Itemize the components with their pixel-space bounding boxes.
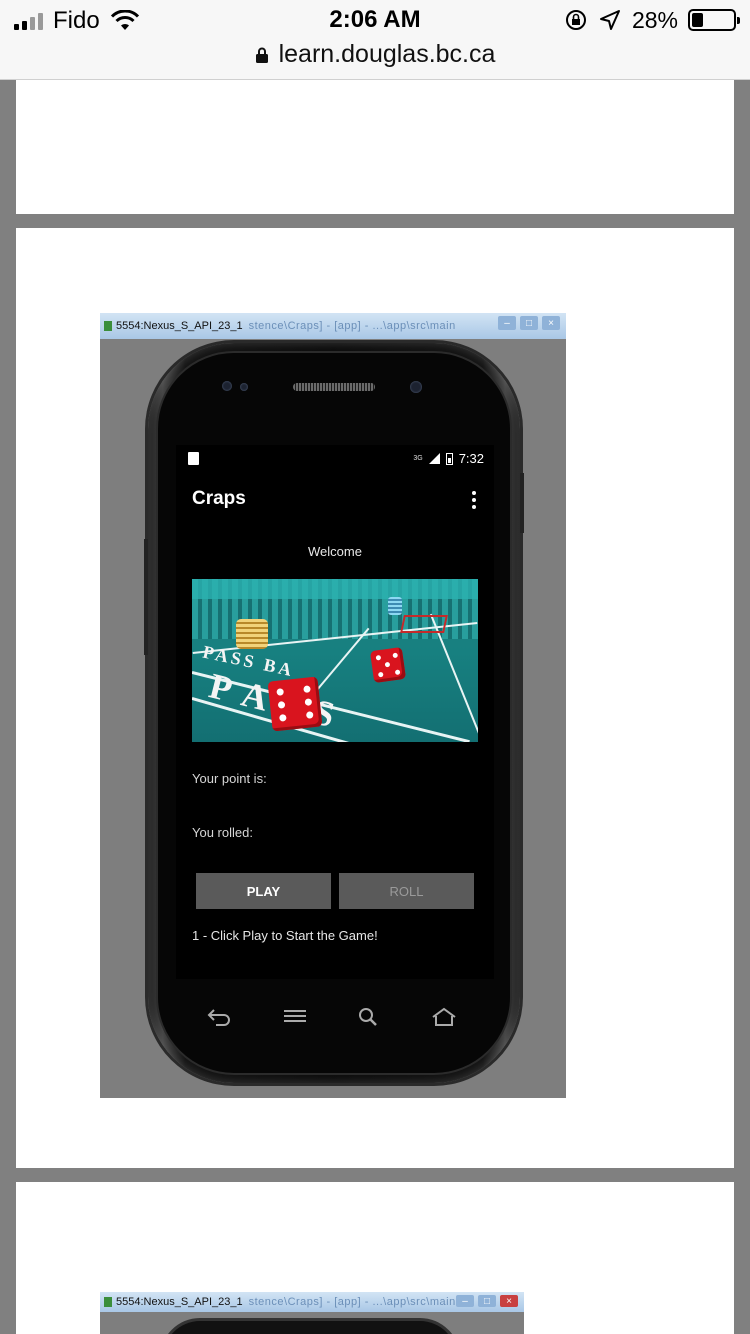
- android-battery-icon: [445, 452, 453, 465]
- play-button[interactable]: PLAY: [196, 873, 331, 909]
- emulator-title-obscured: stence\Craps] - [app] - ...\app\src\main: [248, 1296, 456, 1308]
- maximize-icon: □: [478, 1295, 496, 1307]
- sd-card-icon: [188, 452, 199, 465]
- instruction-text: 1 - Click Play to Start the Game!: [192, 928, 378, 943]
- status-right: 28%: [564, 6, 740, 34]
- android-time: 7:32: [458, 451, 484, 466]
- emulator-title: 5554:Nexus_S_API_23_1: [116, 320, 243, 332]
- emulator-screenshot-2: 5554:Nexus_S_API_23_1 stence\Craps] - [a…: [100, 1292, 524, 1334]
- content-card-top: [16, 80, 734, 214]
- minimize-icon: –: [456, 1295, 474, 1307]
- die-icon: [267, 676, 323, 732]
- content-card-bottom: 5554:Nexus_S_API_23_1 stence\Craps] - [a…: [16, 1182, 734, 1334]
- rolled-label: You rolled:: [192, 825, 253, 840]
- sensor-icon: [240, 383, 248, 391]
- power-button: [520, 473, 524, 533]
- close-icon: ×: [542, 316, 560, 330]
- emulator-title: 5554:Nexus_S_API_23_1: [116, 1296, 243, 1308]
- table-marker: [400, 615, 448, 633]
- window-controls: – □ ×: [456, 1295, 518, 1307]
- search-key-icon[interactable]: [356, 1007, 382, 1027]
- home-key-icon[interactable]: [430, 1007, 458, 1027]
- back-key-icon[interactable]: [206, 1007, 232, 1027]
- network-type: 3G: [413, 455, 423, 462]
- app-title: Craps: [192, 488, 246, 509]
- point-label: Your point is:: [192, 771, 267, 786]
- sensor-icon: [222, 381, 232, 391]
- craps-table-image: PASS BA PASS: [192, 579, 478, 742]
- android-status-right: 3G 7:32: [413, 451, 484, 466]
- emulator-app-icon: [104, 321, 112, 331]
- table-wall: [192, 579, 478, 599]
- ios-status-bar: Fido 2:06 AM 28% learn.douglas.bc.ca: [0, 0, 750, 80]
- overflow-menu-icon[interactable]: [472, 491, 476, 509]
- emulator-title-bar: 5554:Nexus_S_API_23_1 stence\Craps] - [a…: [100, 1292, 524, 1312]
- lock-icon: [255, 47, 268, 63]
- minimize-icon: –: [498, 316, 516, 330]
- chip-stack: [388, 597, 402, 615]
- rotation-lock-icon: [565, 10, 586, 30]
- emulator-app-icon: [104, 1297, 112, 1307]
- menu-key-icon[interactable]: [282, 1007, 308, 1027]
- signal-icon: [428, 453, 440, 464]
- emulator-screenshot: 5554:Nexus_S_API_23_1 stence\Craps] - [a…: [100, 313, 566, 1098]
- android-nav-keys: [176, 1003, 494, 1033]
- front-camera-icon: [410, 381, 422, 393]
- die-icon: [369, 646, 407, 684]
- roll-button[interactable]: ROLL: [339, 873, 474, 909]
- emulator-title-bar: 5554:Nexus_S_API_23_1 stence\Craps] - [a…: [100, 313, 566, 339]
- location-arrow-icon: [599, 10, 620, 30]
- phone-frame: 3G 7:32 Craps Welcome PASS BA Your point…: [144, 343, 524, 1083]
- speaker-grille: [293, 383, 375, 391]
- content-card-emulator: 5554:Nexus_S_API_23_1 stence\Craps] - [a…: [16, 228, 734, 1168]
- close-icon: ×: [500, 1295, 518, 1307]
- address-bar[interactable]: learn.douglas.bc.ca: [0, 40, 750, 69]
- android-status-bar: 3G 7:32: [176, 445, 494, 473]
- chip-stack: [236, 619, 268, 649]
- url-text: learn.douglas.bc.ca: [278, 40, 496, 68]
- app-toolbar: Craps: [176, 473, 494, 529]
- emulator-title-obscured: stence\Craps] - [app] - ...\app\src\main: [248, 320, 456, 332]
- welcome-text: Welcome: [308, 544, 362, 559]
- maximize-icon: □: [520, 316, 538, 330]
- window-controls: – □ ×: [498, 316, 560, 330]
- battery-icon: [688, 9, 740, 31]
- phone-frame: [160, 1318, 460, 1334]
- volume-button: [144, 539, 148, 655]
- android-screen: 3G 7:32 Craps Welcome PASS BA Your point…: [176, 445, 494, 979]
- battery-percent: 28%: [631, 6, 678, 33]
